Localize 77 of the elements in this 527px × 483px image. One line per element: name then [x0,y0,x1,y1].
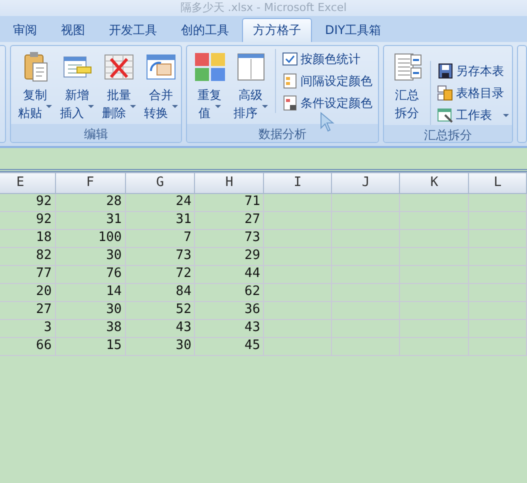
small-icon [437,107,454,123]
table-cell: 27 [194,211,264,229]
table-cell: 29 [194,247,264,265]
table-cell: 77 [0,265,56,283]
ribbon-icon [194,51,226,83]
table-cell: 71 [194,193,264,211]
table-cell: 43 [125,319,195,337]
table-cell: 62 [194,283,264,301]
table-cell: 92 [0,211,56,229]
ribbon-tab[interactable]: 方方格子 [242,18,312,42]
table-cell: 45 [194,337,264,355]
small-icon [282,73,298,89]
column-header[interactable]: H [194,172,264,193]
ribbon-button[interactable]: 复制 粘贴 [14,49,55,124]
ribbon-small-button[interactable]: 表格目录 [437,83,510,103]
table-cell: 52 [125,301,195,319]
ribbon-small-button[interactable]: 条件设定颜色 [282,93,373,113]
cursor-icon [320,112,336,132]
table-cell: 7 [125,229,195,247]
small-icon [437,85,454,101]
ribbon-tab[interactable]: 审阅 [2,18,48,42]
table-cell: 18 [0,229,56,247]
table-cell: 31 [125,211,195,229]
ribbon-icon [234,51,267,83]
table-cell: 73 [194,229,264,247]
table-cell: 28 [55,193,126,211]
ribbon-button[interactable]: 合并 转换 [140,49,181,124]
small-icon [437,63,454,79]
column-header[interactable]: I [264,172,332,193]
column-header[interactable]: L [468,172,526,193]
ribbon-button[interactable]: 汇总 拆分 [388,49,426,124]
ribbon-button[interactable]: 批量 删除 [98,49,139,124]
ribbon-tab[interactable]: 开发工具 [98,18,168,42]
small-icon [282,51,298,67]
table-cell: 36 [194,301,264,319]
group-label: 汇总拆分 [384,125,512,142]
table-cell: 72 [125,265,195,283]
table-cell: 43 [194,319,264,337]
table-cell: 73 [125,247,195,265]
table-cell: 14 [55,283,126,301]
table-cell: 3 [0,319,56,337]
column-header[interactable]: K [400,172,469,193]
table-cell: 31 [55,211,126,229]
table-cell: 30 [55,247,126,265]
column-header[interactable]: F [55,172,126,193]
table-cell: 100 [55,229,126,247]
small-icon [282,95,298,111]
table-cell: 44 [194,265,264,283]
window-title: 隔多少天 .xlsx - Microsoft Excel [0,0,527,16]
ribbon-button[interactable]: 新增 插入 [56,49,97,124]
group-label: 数据分析 [186,124,378,142]
ribbon-small-button[interactable]: 另存本表 [437,61,510,81]
table-cell: 30 [125,337,195,355]
group-label: 编辑 [10,124,181,142]
ribbon-tab[interactable]: 创的工具 [170,18,240,42]
column-header[interactable]: E [0,172,56,193]
table-cell: 27 [0,301,56,319]
ribbon-small-button[interactable]: 工作表 [437,105,510,125]
table-cell: 84 [125,283,195,301]
table-cell: 82 [0,247,56,265]
column-header[interactable]: J [332,172,400,193]
column-header[interactable]: G [125,172,195,193]
ribbon-tab[interactable]: 视图 [50,18,96,42]
table-cell: 24 [125,193,195,211]
ribbon-button[interactable]: 重复 值 [190,49,229,124]
ribbon-small-button[interactable]: 按颜色统计 [282,49,373,69]
table-cell: 15 [55,337,126,355]
table-cell: 20 [0,283,56,301]
ribbon-tab[interactable]: DIY工具箱 [314,18,392,42]
caret-icon [503,114,510,116]
table-cell: 66 [0,337,56,355]
table-cell: 38 [55,319,126,337]
ribbon-small-button[interactable]: 间隔设定颜色 [282,71,373,91]
table-cell: 76 [55,265,126,283]
table-cell: 30 [55,301,126,319]
table-cell: 92 [0,193,56,211]
ribbon-button[interactable]: 高级 排序 [230,49,271,124]
